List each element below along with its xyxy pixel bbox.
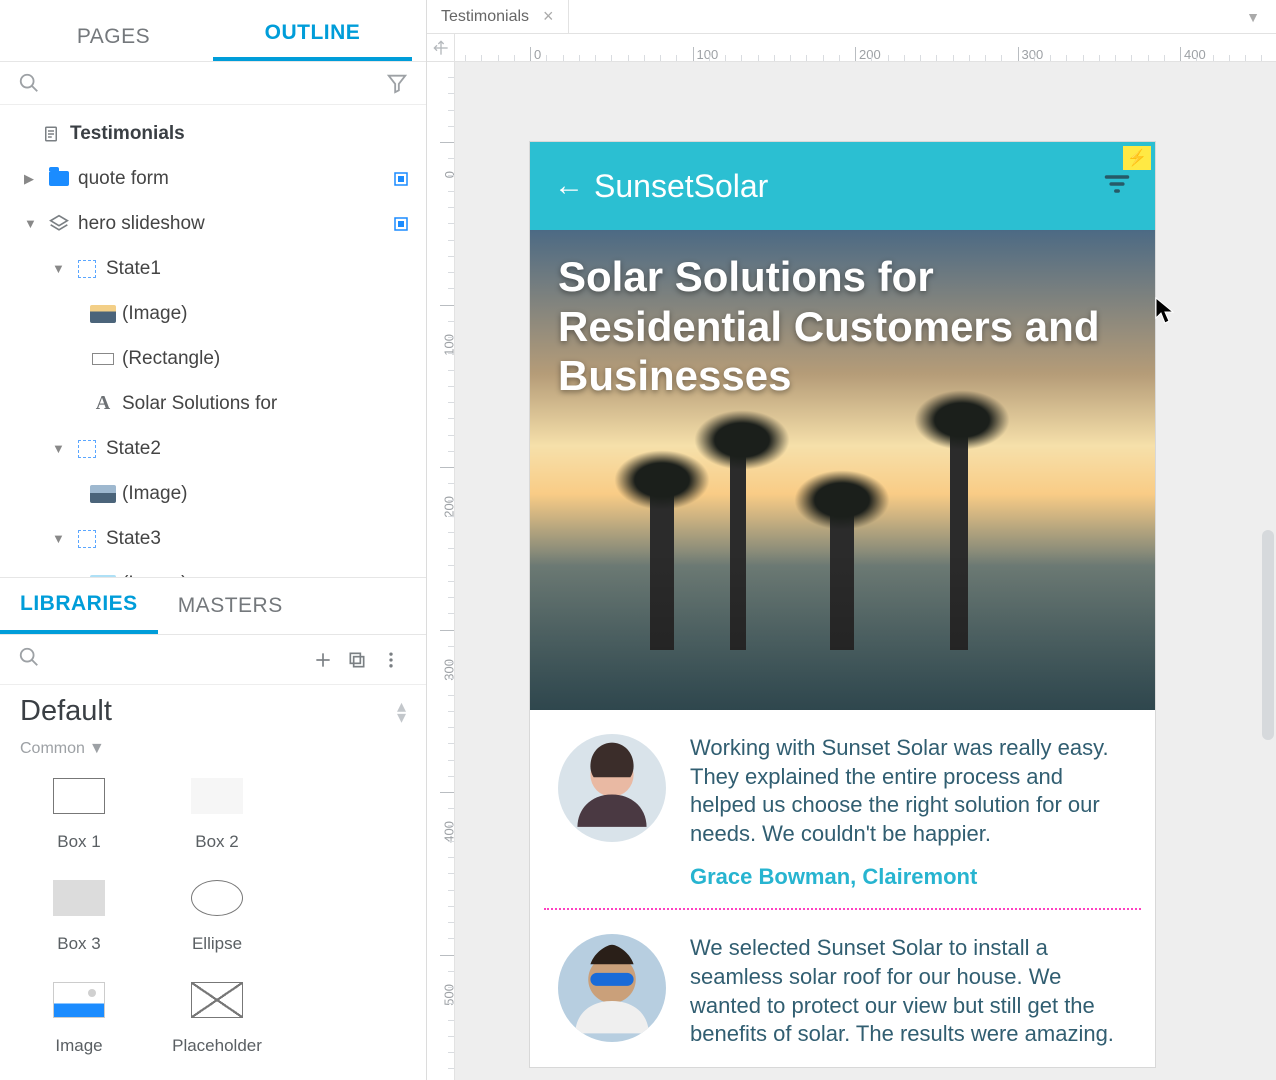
state-icon bbox=[74, 530, 100, 548]
widget-box-1[interactable]: Box 1 bbox=[10, 768, 148, 870]
expand-toggle[interactable]: ▶ bbox=[24, 171, 42, 187]
app-header: ← SunsetSolar bbox=[530, 142, 1155, 230]
widget-box-3[interactable]: Box 3 bbox=[10, 870, 148, 972]
canvas[interactable]: ⚡ ← SunsetSolar Solar Solutions for Resi… bbox=[455, 62, 1276, 1080]
box-icon bbox=[53, 778, 105, 814]
state-icon bbox=[74, 440, 100, 458]
testimonial-text: Working with Sunset Solar was really eas… bbox=[690, 734, 1127, 848]
outline-item-quote-form[interactable]: ▶ quote form bbox=[0, 156, 426, 201]
outline-item-hero-slideshow[interactable]: ▼ hero slideshow bbox=[0, 201, 426, 246]
folder-icon bbox=[46, 171, 72, 186]
placeholder-icon bbox=[191, 982, 243, 1018]
outline-item-state2[interactable]: ▼ State2 bbox=[0, 426, 426, 471]
testimonial-text: We selected Sunset Solar to install a se… bbox=[690, 934, 1127, 1048]
document-tabs: Testimonials × ▼ bbox=[427, 0, 1276, 34]
layers-icon bbox=[46, 214, 72, 234]
artboard[interactable]: ⚡ ← SunsetSolar Solar Solutions for Resi… bbox=[530, 142, 1155, 1067]
widget-image[interactable]: Image bbox=[10, 972, 148, 1074]
outline-item-rectangle[interactable]: (Rectangle) bbox=[0, 336, 426, 381]
add-library-button[interactable] bbox=[306, 643, 340, 677]
horizontal-ruler[interactable]: 0100200300400500 bbox=[455, 34, 1276, 62]
back-arrow-icon[interactable]: ← bbox=[554, 169, 584, 203]
outline-item-state3[interactable]: ▼ State3 bbox=[0, 516, 426, 561]
document-tab-label: Testimonials bbox=[441, 8, 529, 26]
library-select[interactable]: Default ▴▾ bbox=[0, 685, 426, 732]
tab-overflow-button[interactable]: ▼ bbox=[1230, 9, 1276, 25]
widget-grid: Box 1 Box 2 Box 3 Ellipse Image Placehol… bbox=[0, 762, 426, 1080]
ellipse-icon bbox=[191, 880, 243, 916]
testimonial-attribution: Grace Bowman, Clairemont bbox=[690, 864, 1127, 890]
outline-item-state1[interactable]: ▼ State1 bbox=[0, 246, 426, 291]
expand-toggle[interactable]: ▼ bbox=[52, 441, 70, 456]
outline-root-label: Testimonials bbox=[70, 123, 426, 145]
outline-item-image-2[interactable]: (Image) bbox=[0, 471, 426, 516]
filter-icon[interactable] bbox=[386, 72, 408, 94]
library-group-header[interactable]: Common▼ bbox=[0, 732, 426, 762]
close-icon[interactable]: × bbox=[543, 6, 554, 27]
box-icon bbox=[53, 880, 105, 916]
search-icon[interactable] bbox=[18, 72, 40, 94]
chevron-down-icon: ▼ bbox=[89, 740, 105, 758]
avatar bbox=[558, 934, 666, 1042]
vertical-ruler[interactable]: 0100200300400500600 bbox=[427, 62, 455, 1080]
testimonial-1: Working with Sunset Solar was really eas… bbox=[530, 710, 1155, 908]
hero-image: Solar Solutions for Residential Customer… bbox=[530, 230, 1155, 710]
more-options-button[interactable] bbox=[374, 643, 408, 677]
image-icon bbox=[53, 982, 105, 1018]
document-tab[interactable]: Testimonials × bbox=[427, 0, 569, 33]
note-badge[interactable] bbox=[390, 168, 412, 190]
tab-pages[interactable]: PAGES bbox=[14, 9, 213, 61]
expand-toggle[interactable]: ▼ bbox=[52, 261, 70, 276]
canvas-area: Testimonials × ▼ 0100200300400500 010020… bbox=[427, 0, 1276, 1080]
text-icon: A bbox=[90, 392, 116, 415]
expand-toggle[interactable]: ▼ bbox=[52, 531, 70, 546]
library-toolbar bbox=[0, 635, 426, 685]
testimonial-2: We selected Sunset Solar to install a se… bbox=[530, 910, 1155, 1066]
library-tabs: LIBRARIES MASTERS bbox=[0, 577, 426, 635]
widget-ellipse[interactable]: Ellipse bbox=[148, 870, 286, 972]
outline-page-root[interactable]: Testimonials bbox=[0, 111, 426, 156]
hero-title: Solar Solutions for Residential Customer… bbox=[530, 230, 1155, 423]
note-badge[interactable] bbox=[390, 213, 412, 235]
expand-toggle[interactable]: ▼ bbox=[24, 216, 42, 231]
page-icon bbox=[38, 125, 64, 143]
tab-masters[interactable]: MASTERS bbox=[158, 580, 303, 632]
brand-title: SunsetSolar bbox=[594, 168, 768, 205]
image-thumb-icon bbox=[90, 305, 116, 323]
outline-tree: Testimonials ▶ quote form ▼ hero slidesh… bbox=[0, 105, 426, 577]
box-icon bbox=[191, 778, 243, 814]
cursor-icon bbox=[1155, 297, 1175, 325]
state-icon bbox=[74, 260, 100, 278]
widget-placeholder[interactable]: Placeholder bbox=[148, 972, 286, 1074]
panel-tabs: PAGES OUTLINE bbox=[0, 0, 426, 62]
image-thumb-icon bbox=[90, 485, 116, 503]
chevron-up-down-icon: ▴▾ bbox=[397, 701, 406, 723]
filter-lines-icon[interactable] bbox=[1103, 170, 1131, 203]
avatar bbox=[558, 734, 666, 842]
scrollbar-thumb[interactable] bbox=[1262, 530, 1274, 740]
library-name: Default bbox=[20, 695, 112, 728]
search-icon[interactable] bbox=[18, 646, 40, 673]
tab-libraries[interactable]: LIBRARIES bbox=[0, 578, 158, 634]
outline-item-image-3[interactable]: (Image) bbox=[0, 561, 426, 577]
tab-outline[interactable]: OUTLINE bbox=[213, 5, 412, 61]
outline-item-image-1[interactable]: (Image) bbox=[0, 291, 426, 336]
outline-search-row bbox=[0, 62, 426, 105]
ruler-origin[interactable] bbox=[427, 34, 455, 62]
duplicate-button[interactable] bbox=[340, 643, 374, 677]
outline-item-text[interactable]: A Solar Solutions for bbox=[0, 381, 426, 426]
left-panel: PAGES OUTLINE Testimonials ▶ quote form … bbox=[0, 0, 427, 1080]
widget-box-2[interactable]: Box 2 bbox=[148, 768, 286, 870]
interactions-badge[interactable]: ⚡ bbox=[1123, 146, 1151, 170]
rectangle-icon bbox=[90, 353, 116, 365]
